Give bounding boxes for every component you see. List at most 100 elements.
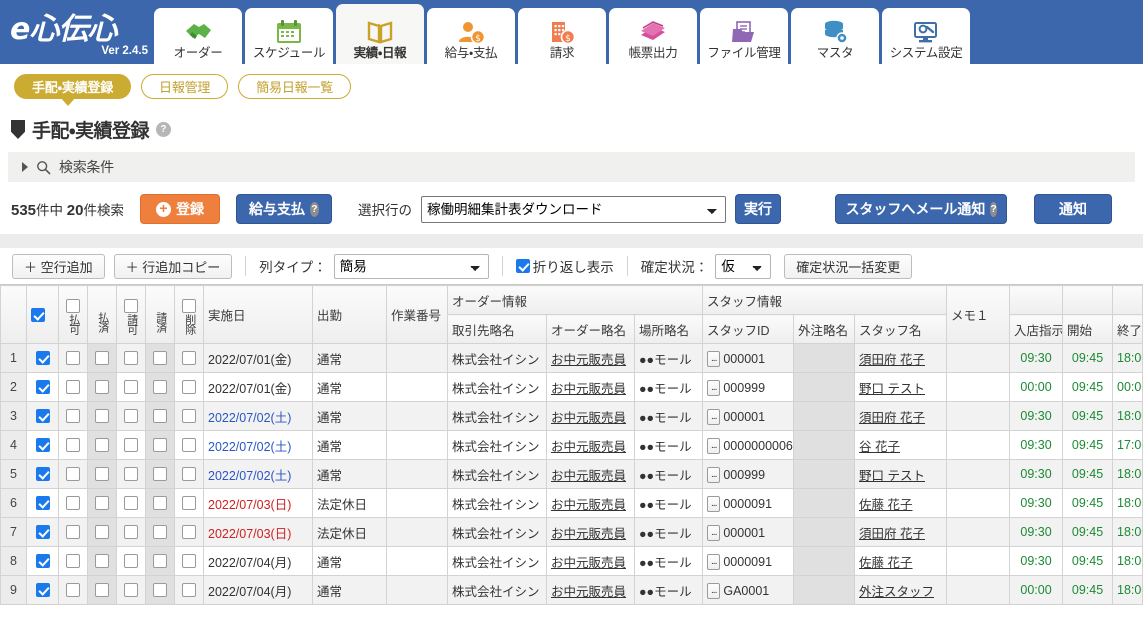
row-billed-cell[interactable]	[145, 343, 175, 373]
cell-staff-name[interactable]: 佐藤 花子	[854, 488, 948, 518]
cell-client-abbr[interactable]: 株式会社イシン	[447, 430, 547, 460]
row-paid-checkbox[interactable]	[95, 438, 109, 453]
cell-date[interactable]: 2022/07/04(月)	[203, 575, 313, 605]
cell-outsource-abbr[interactable]	[793, 430, 856, 460]
cell-client-abbr[interactable]: 株式会社イシン	[447, 517, 547, 547]
row-select-cell[interactable]	[26, 575, 59, 605]
row-billed-checkbox[interactable]	[153, 496, 167, 511]
row-payable-checkbox[interactable]	[66, 438, 80, 453]
page-help-icon[interactable]: ?	[155, 122, 171, 137]
cell-work-number[interactable]	[386, 517, 448, 547]
cell-end[interactable]: 17:00	[1112, 430, 1143, 460]
cell-order-abbr[interactable]: お中元販売員	[546, 401, 635, 431]
row-paid-cell[interactable]	[87, 575, 117, 605]
table-row[interactable]: 2 2022/07/01(金) 通常 株式会社イシン お中元販売員 ●●モール... 000…	[0, 372, 1143, 402]
cell-order-abbr[interactable]: お中元販売員	[546, 459, 635, 489]
cell-staff-id[interactable]: ... GA0001	[702, 575, 795, 605]
nav-tab-payroll-payment[interactable]: $ 給与・支払	[427, 8, 515, 64]
row-payable-cell[interactable]	[58, 546, 88, 576]
cell-work-number[interactable]	[386, 488, 448, 518]
cell-start[interactable]: 09:45	[1062, 430, 1114, 460]
cell-staff-id[interactable]: ... 000999	[702, 372, 795, 402]
row-payable-checkbox[interactable]	[66, 409, 80, 424]
row-delete-checkbox[interactable]	[182, 467, 196, 482]
payroll-payment-button[interactable]: 給与支払 ?	[235, 194, 332, 224]
cell-outsource-abbr[interactable]	[793, 546, 856, 576]
cell-end[interactable]: 18:00	[1112, 488, 1143, 518]
row-payable-cell[interactable]	[58, 430, 88, 460]
app-logo[interactable]: e心伝心 Ver 2.4.5	[6, 0, 154, 64]
row-paid-cell[interactable]	[87, 430, 117, 460]
row-payable-cell[interactable]	[58, 575, 88, 605]
cell-staff-name[interactable]: 須田府 花子	[854, 401, 948, 431]
row-select-checkbox[interactable]	[35, 496, 50, 511]
cell-staff-name[interactable]: 佐藤 花子	[854, 546, 948, 576]
cell-order-abbr[interactable]: お中元販売員	[546, 430, 635, 460]
row-delete-cell[interactable]	[174, 546, 204, 576]
cell-entry-instruction[interactable]: 09:30	[1009, 430, 1064, 460]
wrap-display-checkbox[interactable]	[515, 259, 530, 273]
row-billable-checkbox[interactable]	[124, 467, 138, 482]
cell-attendance[interactable]: 通常	[312, 546, 387, 576]
cell-attendance[interactable]: 通常	[312, 401, 387, 431]
cell-work-number[interactable]	[386, 459, 448, 489]
cell-memo1[interactable]	[946, 459, 1011, 489]
row-select-checkbox[interactable]	[35, 380, 50, 395]
cell-staff-id[interactable]: ... 000999	[702, 459, 795, 489]
row-select-cell[interactable]	[26, 488, 59, 518]
row-delete-checkbox[interactable]	[182, 583, 196, 598]
staff-id-picker-button[interactable]: ...	[707, 437, 721, 454]
search-condition-toggle[interactable]: 検索条件	[8, 152, 1135, 182]
payable-header-checkbox[interactable]	[66, 299, 80, 313]
row-delete-cell[interactable]	[174, 430, 204, 460]
cell-entry-instruction[interactable]: 00:00	[1009, 372, 1064, 402]
row-payable-cell[interactable]	[58, 372, 88, 402]
cell-place-abbr[interactable]: ●●モール	[633, 546, 704, 576]
row-paid-cell[interactable]	[87, 546, 117, 576]
subtab-arrangement-results[interactable]: 手配・実績登録	[14, 73, 132, 99]
row-billed-checkbox[interactable]	[153, 554, 167, 569]
staff-id-picker-button[interactable]: ...	[707, 524, 721, 541]
cell-date[interactable]: 2022/07/03(日)	[203, 517, 313, 547]
cell-start[interactable]: 09:45	[1062, 343, 1114, 373]
cell-entry-instruction[interactable]: 09:30	[1009, 343, 1064, 373]
add-copy-row-button[interactable]: ＋ 行追加コピー	[113, 253, 233, 279]
row-paid-cell[interactable]	[87, 517, 117, 547]
row-billable-cell[interactable]	[116, 517, 146, 547]
staff-id-picker-button[interactable]: ...	[707, 495, 721, 512]
cell-date[interactable]: 2022/07/01(金)	[203, 372, 313, 402]
cell-entry-instruction[interactable]: 00:00	[1009, 575, 1064, 605]
row-billable-cell[interactable]	[116, 343, 146, 373]
row-paid-cell[interactable]	[87, 372, 117, 402]
cell-date[interactable]: 2022/07/02(土)	[203, 401, 313, 431]
row-billed-cell[interactable]	[145, 372, 175, 402]
row-select-checkbox[interactable]	[35, 467, 50, 482]
row-paid-cell[interactable]	[87, 488, 117, 518]
row-paid-checkbox[interactable]	[95, 351, 109, 366]
select-all-checkbox[interactable]	[31, 307, 45, 322]
cell-place-abbr[interactable]: ●●モール	[633, 517, 704, 547]
cell-entry-instruction[interactable]: 09:30	[1009, 459, 1064, 489]
row-delete-checkbox[interactable]	[182, 438, 196, 453]
table-row[interactable]: 5 2022/07/02(土) 通常 株式会社イシン お中元販売員 ●●モール... 000…	[0, 459, 1143, 489]
row-delete-checkbox[interactable]	[182, 525, 196, 540]
add-blank-row-button[interactable]: ＋ 空行追加	[12, 253, 105, 279]
row-billed-cell[interactable]	[145, 488, 175, 518]
staff-id-picker-button[interactable]: ...	[707, 553, 721, 570]
col-date[interactable]: 実施日	[203, 285, 313, 344]
staff-id-picker-button[interactable]: ...	[707, 379, 721, 396]
cell-end[interactable]: 00:00	[1112, 372, 1143, 402]
row-select-checkbox[interactable]	[35, 351, 50, 366]
col-client-abbr[interactable]: 取引先略名	[447, 314, 547, 344]
cell-attendance[interactable]: 法定休日	[312, 517, 387, 547]
row-paid-cell[interactable]	[87, 343, 117, 373]
cell-order-abbr[interactable]: お中元販売員	[546, 575, 635, 605]
row-billable-cell[interactable]	[116, 401, 146, 431]
row-billed-cell[interactable]	[145, 459, 175, 489]
cell-outsource-abbr[interactable]	[793, 343, 856, 373]
cell-end[interactable]: 18:00	[1112, 401, 1143, 431]
cell-client-abbr[interactable]: 株式会社イシン	[447, 546, 547, 576]
wrap-display-checkbox-wrap[interactable]: 折り返し表示	[515, 256, 614, 276]
cell-client-abbr[interactable]: 株式会社イシン	[447, 372, 547, 402]
row-billed-checkbox[interactable]	[153, 409, 167, 424]
